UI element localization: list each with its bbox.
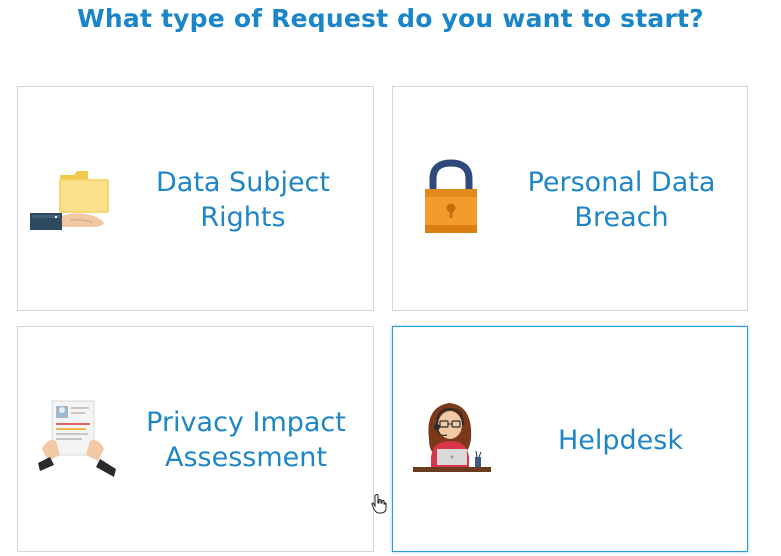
document-hands-icon (38, 397, 120, 481)
card-label-line1: Personal Data (527, 167, 716, 198)
card-label-line1: Data Subject (156, 167, 330, 198)
folder-hand-icon (30, 167, 112, 233)
card-label-line1: Privacy Impact (146, 407, 346, 438)
card-label-line1: Helpdesk (557, 425, 683, 456)
mouse-cursor-icon (371, 494, 387, 514)
card-label-line2: Rights (200, 202, 286, 233)
padlock-icon (421, 159, 481, 235)
card-label: Personal Data Breach (509, 165, 734, 235)
card-privacy-impact-assessment[interactable]: Privacy Impact Assessment (17, 326, 374, 552)
page-title: What type of Request do you want to star… (77, 4, 704, 33)
card-label: Helpdesk (533, 423, 708, 458)
card-label-line2: Assessment (165, 442, 327, 473)
card-personal-data-breach[interactable]: Personal Data Breach (392, 86, 748, 311)
card-label: Privacy Impact Assessment (136, 405, 356, 475)
card-helpdesk[interactable]: Helpdesk (392, 326, 748, 552)
card-label: Data Subject Rights (133, 165, 353, 235)
card-label-line2: Breach (574, 202, 669, 233)
card-data-subject-rights[interactable]: Data Subject Rights (17, 86, 374, 311)
support-agent-icon (411, 399, 493, 477)
